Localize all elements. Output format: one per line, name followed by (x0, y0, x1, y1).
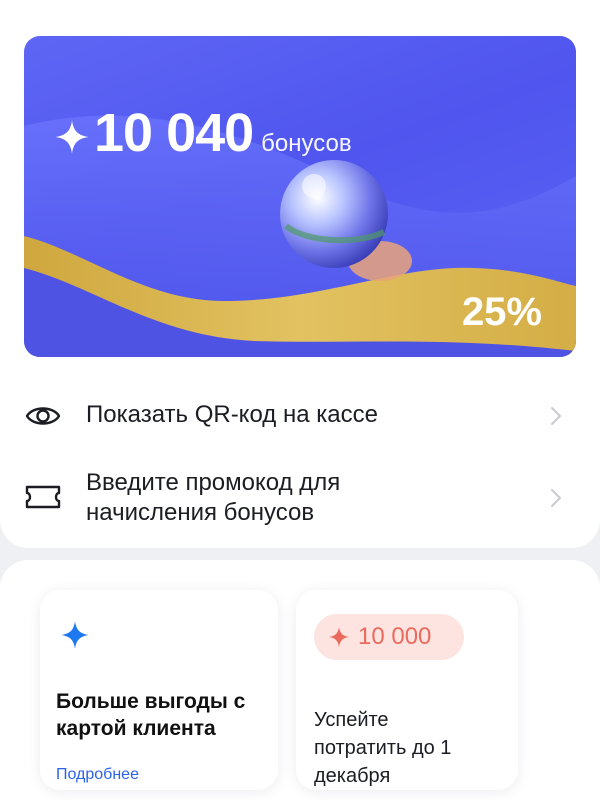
expiring-description-line3: декабря (314, 765, 391, 787)
expiring-bonus-card[interactable]: 10 000 Успейте потратить до 1 декабря (296, 590, 518, 790)
more-link[interactable]: Подробнее (56, 766, 139, 784)
bonus-amount-unit: бонусов (261, 130, 352, 157)
client-card-promo[interactable]: Больше выгоды с картой клиента Подробнее (40, 590, 278, 790)
expiring-description: Успейте потратить до 1 декабря (314, 706, 504, 790)
bonus-amount: 10 040 бонусов (54, 106, 352, 160)
ticket-icon (25, 485, 61, 509)
sparkle-icon (55, 120, 89, 154)
client-card-title-line1: Больше выгоды с (56, 690, 246, 713)
star-icon (61, 621, 89, 649)
chevron-right-icon (551, 407, 561, 425)
client-card-title-line2: картой клиента (56, 717, 216, 740)
eye-icon (25, 407, 61, 425)
chevron-right-icon (551, 489, 561, 507)
expiring-description-line2: потратить до 1 (314, 737, 452, 759)
promo-code-label-line1: Введите промокод для (86, 469, 341, 496)
bonus-amount-value: 10 040 (94, 103, 254, 163)
bonus-percent: 25% (461, 290, 542, 334)
sparkle-icon (328, 626, 350, 648)
show-qr-label: Показать QR-код на кассе (86, 401, 378, 428)
promo-code-label-line2: начисления бонусов (86, 499, 315, 526)
expiring-amount-badge: 10 000 (314, 614, 464, 660)
bonus-card[interactable]: 10 040 бонусов 25% (24, 36, 576, 357)
promo-code-label: Введите промокод для начисления бонусов (86, 468, 340, 528)
bottom-sheet: Больше выгоды с картой клиента Подробнее… (0, 560, 600, 800)
top-sheet: 10 040 бонусов 25% Показать QR-код на ка… (0, 0, 600, 548)
expiring-amount-value: 10 000 (358, 623, 432, 650)
show-qr-row[interactable]: Показать QR-код на кассе (0, 396, 600, 436)
client-card-title: Больше выгоды с картой клиента (56, 688, 276, 742)
expiring-description-line1: Успейте (314, 709, 389, 731)
promo-code-row[interactable]: Введите промокод для начисления бонусов (0, 466, 600, 530)
